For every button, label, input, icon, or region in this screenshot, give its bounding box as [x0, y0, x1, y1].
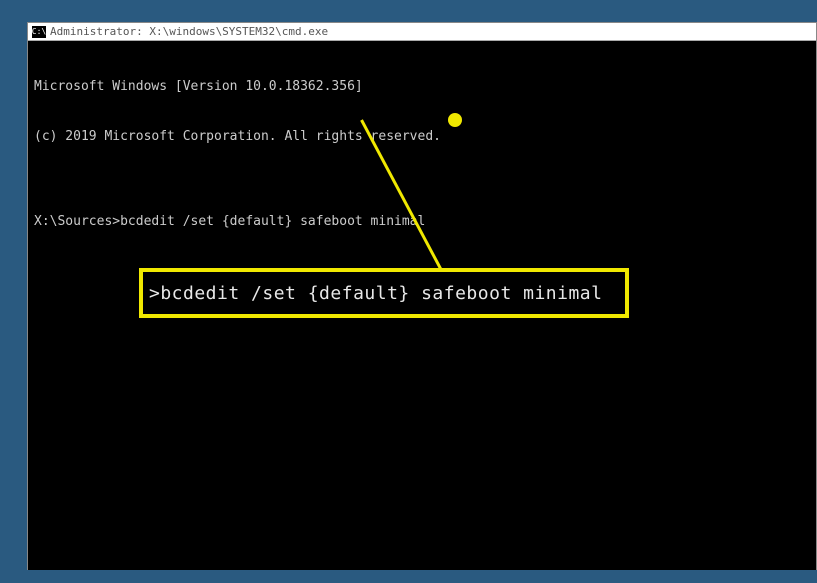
- terminal-prompt: X:\Sources>: [34, 214, 120, 231]
- terminal-command: bcdedit /set {default} safeboot minimal: [120, 214, 425, 231]
- cmd-icon: C:\: [32, 26, 46, 38]
- terminal-output: (c) 2019 Microsoft Corporation. All righ…: [34, 129, 810, 146]
- terminal-prompt-line: X:\Sources>bcdedit /set {default} safebo…: [34, 214, 810, 231]
- annotation-dot: [448, 113, 462, 127]
- window-title: Administrator: X:\windows\SYSTEM32\cmd.e…: [50, 25, 328, 38]
- terminal-output: Microsoft Windows [Version 10.0.18362.35…: [34, 79, 810, 96]
- annotation-callout: >bcdedit /set {default} safeboot minimal: [139, 268, 629, 318]
- callout-text: >bcdedit /set {default} safeboot minimal: [149, 283, 602, 304]
- titlebar[interactable]: C:\ Administrator: X:\windows\SYSTEM32\c…: [28, 23, 816, 41]
